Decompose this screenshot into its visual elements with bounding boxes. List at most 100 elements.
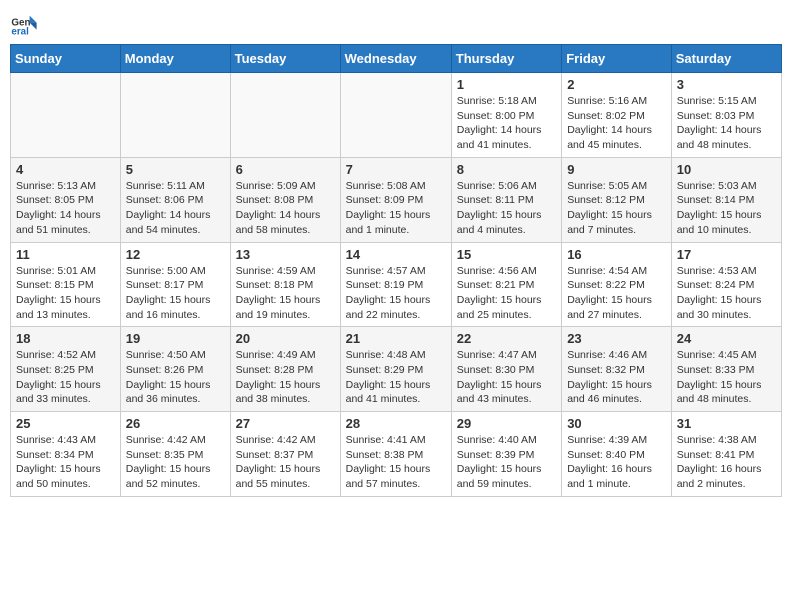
- calendar-cell: 12Sunrise: 5:00 AM Sunset: 8:17 PM Dayli…: [120, 242, 230, 327]
- day-info: Sunrise: 4:54 AM Sunset: 8:22 PM Dayligh…: [567, 264, 666, 323]
- page-header: Gen eral: [10, 10, 782, 38]
- day-number: 28: [346, 416, 446, 431]
- day-info: Sunrise: 4:38 AM Sunset: 8:41 PM Dayligh…: [677, 433, 776, 492]
- calendar-cell: 2Sunrise: 5:16 AM Sunset: 8:02 PM Daylig…: [562, 73, 672, 158]
- calendar-cell: 13 Sunrise: 4:59 AM Sunset: 8:18 PM Dayli…: [230, 242, 340, 327]
- day-info: Sunrise: 5:06 AM Sunset: 8:11 PM Dayligh…: [457, 179, 556, 238]
- calendar-cell: 21 Sunrise: 4:48 AM Sunset: 8:29 PM Dayli…: [340, 327, 451, 412]
- calendar-cell: [120, 73, 230, 158]
- day-info: Sunrise: 4:45 AM Sunset: 8:33 PM Dayligh…: [677, 348, 776, 407]
- calendar-week-row: 4Sunrise: 5:13 AM Sunset: 8:05 PM Daylig…: [11, 157, 782, 242]
- day-info: Sunrise: 4:42 AM Sunset: 8:37 PM Dayligh…: [236, 433, 335, 492]
- day-header-saturday: Saturday: [671, 45, 781, 73]
- day-number: 25: [16, 416, 115, 431]
- day-number: 16: [567, 247, 666, 262]
- day-number: 1: [457, 77, 556, 92]
- calendar-cell: 18Sunrise: 4:52 AM Sunset: 8:25 PM Dayli…: [11, 327, 121, 412]
- calendar-cell: 30 Sunrise: 4:39 AM Sunset: 8:40 PM Dayli…: [562, 412, 672, 497]
- day-number: 24: [677, 331, 776, 346]
- day-info: Sunrise: 5:03 AM Sunset: 8:14 PM Dayligh…: [677, 179, 776, 238]
- day-number: 27: [236, 416, 335, 431]
- day-info: Sunrise: 4:42 AM Sunset: 8:35 PM Dayligh…: [126, 433, 225, 492]
- calendar-cell: 1 Sunrise: 5:18 AM Sunset: 8:00 PM Daylig…: [451, 73, 561, 158]
- day-header-thursday: Thursday: [451, 45, 561, 73]
- day-info: Sunrise: 4:46 AM Sunset: 8:32 PM Dayligh…: [567, 348, 666, 407]
- day-number: 20: [236, 331, 335, 346]
- calendar-week-row: 18Sunrise: 4:52 AM Sunset: 8:25 PM Dayli…: [11, 327, 782, 412]
- calendar-cell: 9 Sunrise: 5:05 AM Sunset: 8:12 PM Daylig…: [562, 157, 672, 242]
- day-number: 2: [567, 77, 666, 92]
- day-info: Sunrise: 5:18 AM Sunset: 8:00 PM Dayligh…: [457, 94, 556, 153]
- day-info: Sunrise: 5:05 AM Sunset: 8:12 PM Dayligh…: [567, 179, 666, 238]
- calendar-cell: 24 Sunrise: 4:45 AM Sunset: 8:33 PM Dayli…: [671, 327, 781, 412]
- calendar-cell: 16 Sunrise: 4:54 AM Sunset: 8:22 PM Dayli…: [562, 242, 672, 327]
- calendar-header-row: SundayMondayTuesdayWednesdayThursdayFrid…: [11, 45, 782, 73]
- day-info: Sunrise: 5:13 AM Sunset: 8:05 PM Dayligh…: [16, 179, 115, 238]
- svg-text:eral: eral: [11, 27, 29, 38]
- calendar-cell: 31 Sunrise: 4:38 AM Sunset: 8:41 PM Dayli…: [671, 412, 781, 497]
- calendar-cell: [340, 73, 451, 158]
- calendar-cell: 10Sunrise: 5:03 AM Sunset: 8:14 PM Dayli…: [671, 157, 781, 242]
- day-number: 30: [567, 416, 666, 431]
- day-header-monday: Monday: [120, 45, 230, 73]
- day-number: 18: [16, 331, 115, 346]
- day-number: 26: [126, 416, 225, 431]
- day-header-tuesday: Tuesday: [230, 45, 340, 73]
- day-info: Sunrise: 4:50 AM Sunset: 8:26 PM Dayligh…: [126, 348, 225, 407]
- calendar-cell: 4Sunrise: 5:13 AM Sunset: 8:05 PM Daylig…: [11, 157, 121, 242]
- day-number: 21: [346, 331, 446, 346]
- calendar-cell: 25 Sunrise: 4:43 AM Sunset: 8:34 PM Dayli…: [11, 412, 121, 497]
- day-info: Sunrise: 5:11 AM Sunset: 8:06 PM Dayligh…: [126, 179, 225, 238]
- day-number: 7: [346, 162, 446, 177]
- calendar-cell: 20 Sunrise: 4:49 AM Sunset: 8:28 PM Dayli…: [230, 327, 340, 412]
- day-info: Sunrise: 4:39 AM Sunset: 8:40 PM Dayligh…: [567, 433, 666, 492]
- day-info: Sunrise: 4:56 AM Sunset: 8:21 PM Dayligh…: [457, 264, 556, 323]
- day-number: 6: [236, 162, 335, 177]
- day-info: Sunrise: 4:41 AM Sunset: 8:38 PM Dayligh…: [346, 433, 446, 492]
- calendar-cell: 23 Sunrise: 4:46 AM Sunset: 8:32 PM Dayli…: [562, 327, 672, 412]
- calendar-cell: 11 Sunrise: 5:01 AM Sunset: 8:15 PM Dayli…: [11, 242, 121, 327]
- day-header-wednesday: Wednesday: [340, 45, 451, 73]
- day-number: 22: [457, 331, 556, 346]
- day-number: 9: [567, 162, 666, 177]
- day-info: Sunrise: 5:00 AM Sunset: 8:17 PM Dayligh…: [126, 264, 225, 323]
- logo-icon: Gen eral: [10, 10, 38, 38]
- day-info: Sunrise: 4:57 AM Sunset: 8:19 PM Dayligh…: [346, 264, 446, 323]
- day-info: Sunrise: 5:08 AM Sunset: 8:09 PM Dayligh…: [346, 179, 446, 238]
- calendar-cell: 26 Sunrise: 4:42 AM Sunset: 8:35 PM Dayli…: [120, 412, 230, 497]
- day-info: Sunrise: 4:59 AM Sunset: 8:18 PM Dayligh…: [236, 264, 335, 323]
- day-header-friday: Friday: [562, 45, 672, 73]
- day-info: Sunrise: 5:01 AM Sunset: 8:15 PM Dayligh…: [16, 264, 115, 323]
- calendar-cell: 5Sunrise: 5:11 AM Sunset: 8:06 PM Daylig…: [120, 157, 230, 242]
- calendar-cell: 3Sunrise: 5:15 AM Sunset: 8:03 PM Daylig…: [671, 73, 781, 158]
- calendar-cell: [11, 73, 121, 158]
- day-number: 23: [567, 331, 666, 346]
- day-info: Sunrise: 5:15 AM Sunset: 8:03 PM Dayligh…: [677, 94, 776, 153]
- day-number: 13: [236, 247, 335, 262]
- day-info: Sunrise: 4:48 AM Sunset: 8:29 PM Dayligh…: [346, 348, 446, 407]
- calendar-week-row: 25 Sunrise: 4:43 AM Sunset: 8:34 PM Dayli…: [11, 412, 782, 497]
- day-info: Sunrise: 4:43 AM Sunset: 8:34 PM Dayligh…: [16, 433, 115, 492]
- day-number: 15: [457, 247, 556, 262]
- day-number: 19: [126, 331, 225, 346]
- calendar-cell: 19 Sunrise: 4:50 AM Sunset: 8:26 PM Dayli…: [120, 327, 230, 412]
- calendar-cell: 17 Sunrise: 4:53 AM Sunset: 8:24 PM Dayli…: [671, 242, 781, 327]
- calendar-week-row: 1 Sunrise: 5:18 AM Sunset: 8:00 PM Daylig…: [11, 73, 782, 158]
- logo: Gen eral: [10, 10, 40, 38]
- day-info: Sunrise: 4:49 AM Sunset: 8:28 PM Dayligh…: [236, 348, 335, 407]
- day-info: Sunrise: 4:47 AM Sunset: 8:30 PM Dayligh…: [457, 348, 556, 407]
- calendar-table: SundayMondayTuesdayWednesdayThursdayFrid…: [10, 44, 782, 497]
- calendar-cell: 29Sunrise: 4:40 AM Sunset: 8:39 PM Dayli…: [451, 412, 561, 497]
- calendar-cell: 6Sunrise: 5:09 AM Sunset: 8:08 PM Daylig…: [230, 157, 340, 242]
- calendar-cell: [230, 73, 340, 158]
- calendar-cell: 22 Sunrise: 4:47 AM Sunset: 8:30 PM Dayli…: [451, 327, 561, 412]
- day-number: 17: [677, 247, 776, 262]
- calendar-cell: 28 Sunrise: 4:41 AM Sunset: 8:38 PM Dayli…: [340, 412, 451, 497]
- calendar-cell: 27 Sunrise: 4:42 AM Sunset: 8:37 PM Dayli…: [230, 412, 340, 497]
- day-number: 11: [16, 247, 115, 262]
- day-info: Sunrise: 4:53 AM Sunset: 8:24 PM Dayligh…: [677, 264, 776, 323]
- day-number: 31: [677, 416, 776, 431]
- calendar-cell: 7 Sunrise: 5:08 AM Sunset: 8:09 PM Daylig…: [340, 157, 451, 242]
- calendar-week-row: 11 Sunrise: 5:01 AM Sunset: 8:15 PM Dayli…: [11, 242, 782, 327]
- calendar-cell: 15 Sunrise: 4:56 AM Sunset: 8:21 PM Dayli…: [451, 242, 561, 327]
